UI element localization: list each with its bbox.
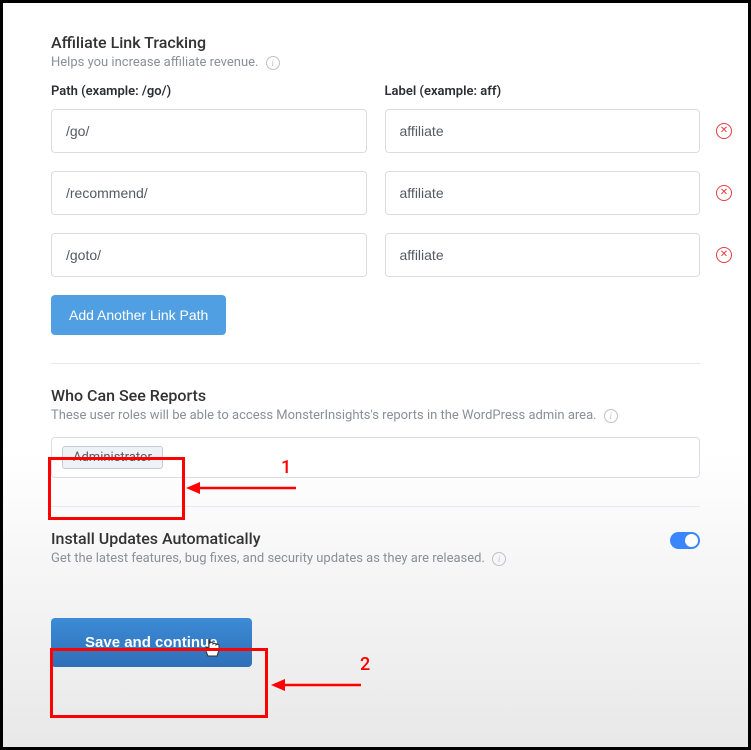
reports-title: Who Can See Reports (51, 386, 700, 405)
affiliate-title: Affiliate Link Tracking (51, 33, 700, 52)
affiliate-desc: Helps you increase affiliate revenue. i (51, 55, 700, 70)
updates-toggle[interactable] (670, 532, 700, 549)
updates-title: Install Updates Automatically (51, 529, 506, 548)
reports-desc: These user roles will be able to access … (51, 408, 700, 423)
label-input[interactable] (385, 109, 701, 153)
label-input[interactable] (385, 171, 701, 215)
remove-icon[interactable]: ✕ (716, 185, 732, 201)
reports-section: Who Can See Reports These user roles wil… (51, 386, 700, 478)
annotation-label-2: 2 (360, 654, 370, 675)
path-input[interactable] (51, 233, 367, 277)
link-headers: Path (example: /go/) Label (example: aff… (51, 84, 700, 99)
path-input[interactable] (51, 109, 367, 153)
remove-icon[interactable]: ✕ (716, 123, 732, 139)
arrow-2 (271, 675, 366, 695)
path-header: Path (example: /go/) (51, 84, 367, 99)
save-continue-button[interactable]: Save and continue (51, 618, 252, 667)
link-row: ✕ (51, 233, 700, 277)
affiliate-section: Affiliate Link Tracking Helps you increa… (51, 33, 700, 335)
updates-section: Install Updates Automatically Get the la… (51, 529, 700, 580)
remove-icon[interactable]: ✕ (716, 247, 732, 263)
arrow-1 (186, 478, 301, 498)
link-row: ✕ (51, 109, 700, 153)
roles-select[interactable]: Administrator (51, 437, 700, 478)
add-link-button[interactable]: Add Another Link Path (51, 295, 226, 335)
info-icon[interactable]: i (492, 552, 506, 566)
divider (51, 363, 700, 364)
divider (51, 506, 700, 507)
updates-desc: Get the latest features, bug fixes, and … (51, 551, 506, 566)
path-input[interactable] (51, 171, 367, 215)
info-icon[interactable]: i (604, 409, 618, 423)
label-header: Label (example: aff) (385, 84, 701, 99)
label-input[interactable] (385, 233, 701, 277)
link-row: ✕ (51, 171, 700, 215)
role-tag[interactable]: Administrator (62, 446, 163, 469)
info-icon[interactable]: i (266, 56, 280, 70)
